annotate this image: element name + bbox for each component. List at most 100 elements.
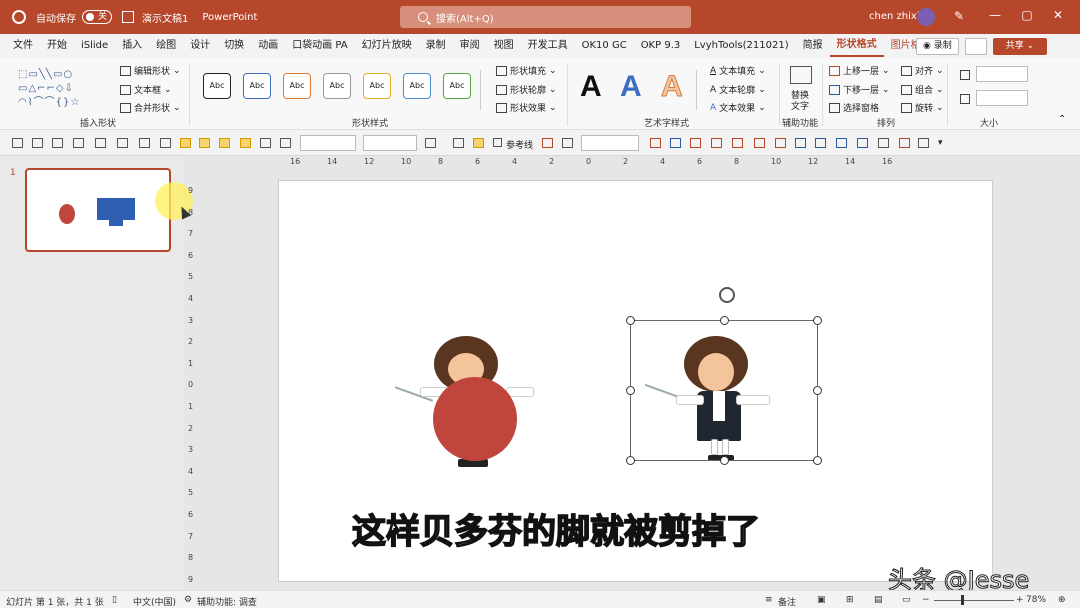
zoom-slider[interactable] — [934, 600, 1014, 601]
autosave-toggle[interactable]: 关 — [82, 10, 112, 24]
toolbar-icon-c[interactable] — [650, 138, 661, 148]
user-name[interactable]: chen zhixi — [869, 11, 920, 22]
shape-effect-button[interactable]: 形状效果 ⌄ — [496, 101, 557, 114]
save-icon[interactable] — [122, 11, 134, 23]
wordart-style-3[interactable]: A — [661, 70, 684, 104]
selection-pane-button[interactable]: 选择窗格 — [829, 101, 879, 114]
shape-outline-button[interactable]: 形状轮廓 ⌄ — [496, 83, 557, 96]
fit-to-window-icon[interactable]: ⊕ — [1058, 595, 1066, 605]
rotate-handle-icon[interactable] — [719, 287, 735, 303]
wordart-style-2[interactable]: A — [620, 70, 642, 104]
minimize-button[interactable]: — — [985, 8, 1005, 22]
zoom-level[interactable]: 78% — [1026, 595, 1046, 605]
yellow-shape-icon-4[interactable] — [240, 138, 251, 148]
tab-0[interactable]: 文件 — [6, 34, 40, 58]
toolbar-icon-i[interactable] — [775, 138, 786, 148]
tab-17[interactable]: 简报 — [796, 34, 830, 58]
toolbar-icon-b[interactable] — [562, 138, 573, 148]
height-input[interactable] — [976, 66, 1028, 82]
shape-style-3[interactable]: Abc — [283, 73, 311, 99]
collapse-ribbon-icon[interactable]: ⌃ — [1058, 114, 1066, 125]
red-circle-shape[interactable] — [433, 377, 517, 461]
text-fill-button[interactable]: A 文本填充 ⌄ — [710, 64, 766, 78]
zoom-out-icon[interactable]: − — [922, 595, 930, 605]
resize-handle-nw[interactable] — [626, 316, 635, 325]
share-button[interactable]: 共享 ⌄ — [993, 38, 1047, 55]
yellow-shape-icon-1[interactable] — [180, 138, 191, 148]
wordart-scroll[interactable] — [696, 70, 704, 110]
align-middle-icon[interactable] — [95, 138, 106, 148]
tab-11[interactable]: 审阅 — [453, 34, 487, 58]
wordart-style-1[interactable]: A — [580, 70, 602, 104]
slideshow-icon[interactable]: ▭ — [902, 595, 911, 605]
reading-view-icon[interactable]: ▤ — [874, 595, 883, 605]
zoom-slider-thumb[interactable] — [961, 595, 964, 605]
shape-style-6[interactable]: Abc — [403, 73, 431, 99]
tab-10[interactable]: 录制 — [419, 34, 453, 58]
notes-button[interactable]: 备注 — [778, 595, 796, 608]
resize-handle-n[interactable] — [720, 316, 729, 325]
edit-shape-button[interactable]: 编辑形状 ⌄ — [120, 64, 181, 77]
send-backward-button[interactable]: 下移一层 ⌄ — [829, 83, 890, 96]
resize-handle-se[interactable] — [813, 456, 822, 465]
tab-18[interactable]: 形状格式 — [829, 35, 884, 57]
align-button[interactable]: 对齐 ⌄ — [901, 64, 944, 77]
shape-style-2[interactable]: Abc — [243, 73, 271, 99]
toolbar-icon-n[interactable] — [878, 138, 889, 148]
tab-4[interactable]: 绘图 — [149, 34, 183, 58]
alt-text-label-2[interactable]: 文字 — [791, 99, 809, 112]
copy-format-icon[interactable] — [260, 138, 271, 148]
language-status[interactable]: 中文(中国) — [133, 595, 176, 608]
distribute-h-icon[interactable] — [139, 138, 150, 148]
tab-5[interactable]: 设计 — [183, 34, 217, 58]
spellcheck-icon[interactable]: ▯ — [112, 595, 117, 605]
text-effect-button[interactable]: A 文本效果 ⌄ — [710, 101, 766, 115]
tab-8[interactable]: 口袋动画 PA — [285, 34, 354, 58]
zoom-in-icon[interactable]: + — [1016, 595, 1024, 605]
rotate-button[interactable]: 旋转 ⌄ — [901, 101, 944, 114]
accessibility-icon[interactable]: ⚙ — [184, 595, 192, 605]
toolbar-icon-j[interactable] — [795, 138, 806, 148]
avatar[interactable] — [917, 8, 935, 26]
resize-handle-s[interactable] — [720, 456, 729, 465]
crop-icon[interactable] — [280, 138, 291, 148]
toolbar-icon-k[interactable] — [815, 138, 826, 148]
reference-line-checkbox[interactable] — [493, 138, 502, 147]
distribute-v-icon[interactable] — [160, 138, 171, 148]
pen-icon[interactable]: ✎ — [954, 9, 964, 23]
shape-style-5[interactable]: Abc — [363, 73, 391, 99]
group-button[interactable]: 组合 ⌄ — [901, 83, 944, 96]
shape-style-1[interactable]: Abc — [203, 73, 231, 99]
align-top-icon[interactable] — [73, 138, 84, 148]
tab-15[interactable]: OKP 9.3 — [634, 34, 688, 58]
shape-style-7[interactable]: Abc — [443, 73, 471, 99]
tab-12[interactable]: 视图 — [487, 34, 521, 58]
comment-icon[interactable] — [965, 38, 987, 55]
alt-text-icon[interactable] — [790, 66, 812, 84]
tab-3[interactable]: 插入 — [115, 34, 149, 58]
toolbar-icon-a[interactable] — [542, 138, 553, 148]
tab-2[interactable]: iSlide — [74, 34, 115, 58]
search-box[interactable]: 搜索(Alt+Q) — [400, 6, 691, 28]
text-outline-button[interactable]: A 文本轮廓 ⌄ — [710, 83, 766, 97]
tab-16[interactable]: LvyhTools(211021) — [687, 34, 795, 58]
toolbar-dropdown[interactable] — [581, 135, 639, 151]
tab-14[interactable]: OK10 GC — [575, 34, 634, 58]
bring-forward-button[interactable]: 上移一层 ⌄ — [829, 64, 890, 77]
toolbar-icon-e[interactable] — [690, 138, 701, 148]
width-input[interactable] — [976, 90, 1028, 106]
toolbar-icon-f[interactable] — [711, 138, 722, 148]
shape-style-scroll[interactable] — [480, 70, 488, 110]
record-button[interactable]: ◉ 录制 — [916, 38, 959, 55]
align-right-icon[interactable] — [52, 138, 63, 148]
toolbar-input-1[interactable] — [300, 135, 356, 151]
align-center-icon[interactable] — [32, 138, 43, 148]
slide-thumbnail[interactable] — [25, 168, 193, 252]
shape-fill-button[interactable]: 形状填充 ⌄ — [496, 64, 557, 77]
align-bottom-icon[interactable] — [117, 138, 128, 148]
resize-handle-sw[interactable] — [626, 456, 635, 465]
yellow-shape-icon-2[interactable] — [199, 138, 210, 148]
merge-shapes-button[interactable]: 合并形状 ⌄ — [120, 101, 181, 114]
accessibility-status[interactable]: 辅助功能: 调查 — [197, 595, 257, 608]
beethoven-character-left[interactable] — [394, 331, 544, 471]
